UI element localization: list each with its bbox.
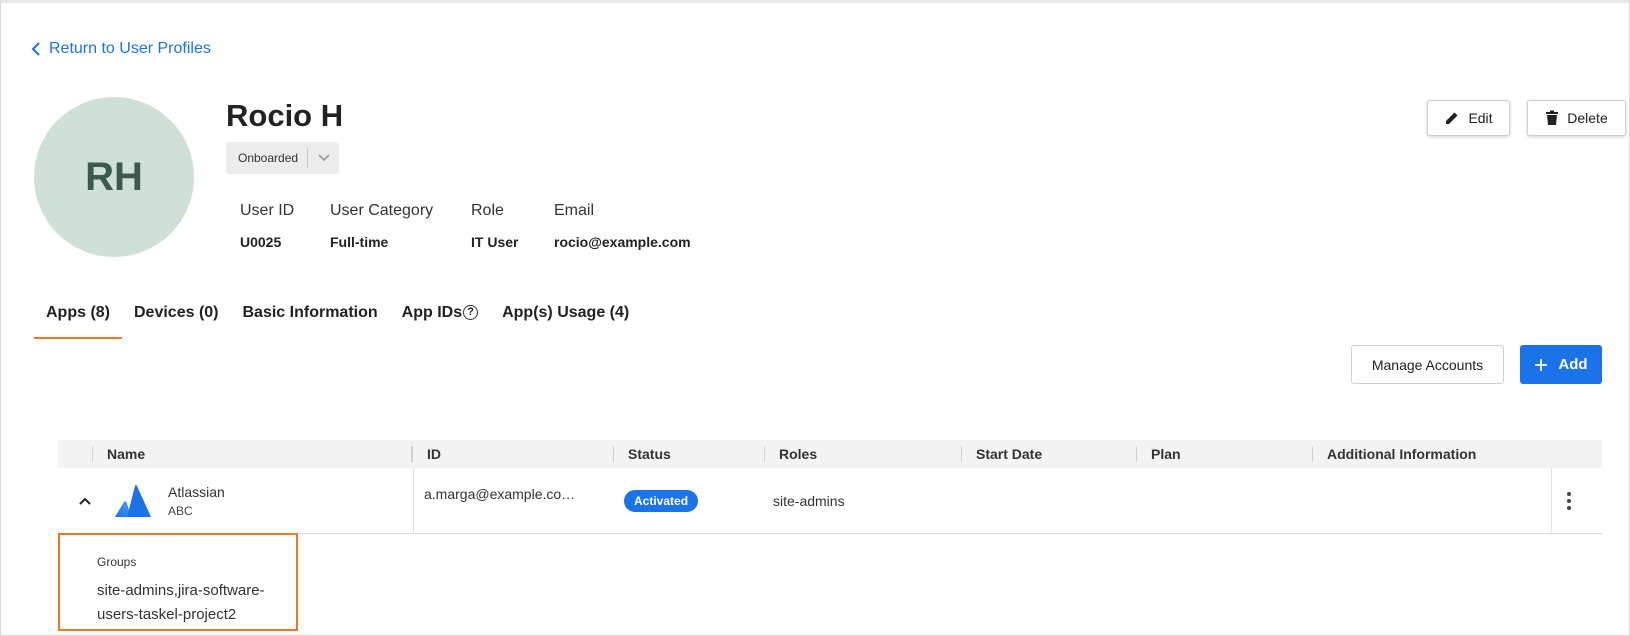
manage-accounts-label: Manage Accounts <box>1371 356 1484 373</box>
atlassian-logo-icon <box>113 468 153 534</box>
column-divider <box>1551 468 1552 534</box>
tab-basic-information[interactable]: Basic Information <box>231 294 390 339</box>
chevron-up-icon[interactable] <box>78 468 92 534</box>
more-vertical-icon[interactable] <box>1566 468 1572 534</box>
tab-app-ids[interactable]: App IDs? <box>390 294 490 339</box>
account-id: a.marga@example.co… <box>424 486 576 502</box>
tab-apps[interactable]: Apps (8) <box>34 294 122 339</box>
roles-value: site-admins <box>773 493 845 509</box>
tab-apps-label: Apps (8) <box>46 304 110 321</box>
column-additional-information[interactable]: Additional Information <box>1312 440 1476 468</box>
column-start-date[interactable]: Start Date <box>961 440 1042 468</box>
column-id-label: ID <box>427 446 441 462</box>
groups-detail-panel: Groups site-admins,jira-software-users-t… <box>58 533 298 631</box>
profile-tabs: Apps (8) Devices (0) Basic Information A… <box>34 294 641 339</box>
trash-icon <box>1546 110 1559 125</box>
chevron-left-icon <box>31 42 40 56</box>
user-id-value: U0025 <box>240 234 282 250</box>
app-subtitle: ABC <box>168 504 193 518</box>
groups-value: site-admins,jira-software-users-taskel-p… <box>97 582 265 623</box>
column-plan[interactable]: Plan <box>1136 440 1181 468</box>
column-id[interactable]: ID <box>411 440 441 468</box>
add-button[interactable]: Add <box>1520 345 1602 384</box>
email-label: Email <box>554 202 595 219</box>
column-status[interactable]: Status <box>613 440 671 468</box>
app-name: Atlassian <box>168 484 225 500</box>
status-badge: Activated <box>624 490 699 512</box>
delete-button-label: Delete <box>1567 110 1608 126</box>
column-plan-label: Plan <box>1151 446 1181 462</box>
column-roles[interactable]: Roles <box>764 440 817 468</box>
apps-table: Name ID Status Roles Start Date Plan Add… <box>58 440 1602 534</box>
tab-app-ids-label: App IDs <box>401 304 463 321</box>
back-link-label: Return to User Profiles <box>49 40 211 57</box>
tab-apps-usage[interactable]: App(s) Usage (4) <box>490 294 641 339</box>
column-start-date-label: Start Date <box>976 446 1043 462</box>
chevron-down-icon[interactable] <box>308 153 339 163</box>
column-name-label: Name <box>107 446 146 462</box>
column-divider <box>413 468 414 534</box>
manage-accounts-button[interactable]: Manage Accounts <box>1351 345 1504 384</box>
user-name: Rocio H <box>226 98 344 133</box>
column-status-label: Status <box>628 446 671 462</box>
pencil-icon <box>1446 112 1458 124</box>
email-field: Email rocio@example.com <box>554 202 691 250</box>
groups-label: Groups <box>97 555 137 569</box>
status-cell: Activated <box>624 468 699 534</box>
user-category-label: User Category <box>330 202 434 219</box>
status-dropdown-value: Onboarded <box>238 151 299 165</box>
edit-button[interactable]: Edit <box>1427 100 1510 136</box>
roles-cell: site-admins <box>773 468 845 534</box>
table-header: Name ID Status Roles Start Date Plan Add… <box>58 440 1602 468</box>
tab-basic-information-label: Basic Information <box>242 304 378 321</box>
help-circle-icon[interactable]: ? <box>463 305 479 320</box>
tab-devices-label: Devices (0) <box>134 304 219 321</box>
user-id-field: User ID U0025 <box>240 202 294 250</box>
column-name[interactable]: Name <box>92 440 145 468</box>
app-name-cell: Atlassian ABC <box>168 468 225 534</box>
role-value: IT User <box>471 234 519 250</box>
plus-icon <box>1535 358 1548 371</box>
add-button-label: Add <box>1558 356 1588 373</box>
delete-button[interactable]: Delete <box>1527 100 1626 136</box>
role-field: Role IT User <box>471 202 518 250</box>
tab-devices[interactable]: Devices (0) <box>122 294 231 339</box>
avatar-initials: RH <box>85 154 143 199</box>
role-label: Role <box>471 202 504 219</box>
status-dropdown[interactable]: Onboarded <box>226 142 339 174</box>
account-id-cell: a.marga@example.co… <box>424 468 575 534</box>
tab-apps-usage-label: App(s) Usage (4) <box>502 304 630 321</box>
return-to-user-profiles-link[interactable]: Return to User Profiles <box>31 40 211 58</box>
user-category-value: Full-time <box>330 234 389 250</box>
email-value: rocio@example.com <box>554 234 691 250</box>
table-row[interactable]: Atlassian ABC a.marga@example.co… Activa… <box>58 468 1602 534</box>
edit-button-label: Edit <box>1468 110 1493 126</box>
user-id-label: User ID <box>240 202 295 219</box>
avatar: RH <box>34 97 194 257</box>
column-roles-label: Roles <box>779 446 818 462</box>
user-category-field: User Category Full-time <box>330 202 433 250</box>
column-additional-information-label: Additional Information <box>1327 446 1477 462</box>
